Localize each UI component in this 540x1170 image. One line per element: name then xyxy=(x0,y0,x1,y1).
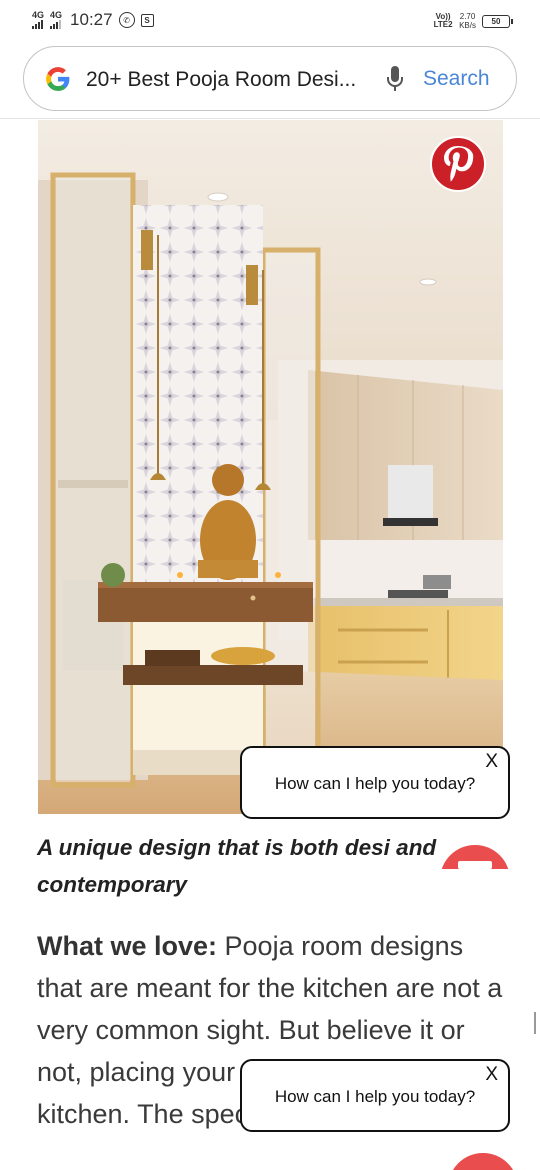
scrollbar[interactable] xyxy=(534,1012,536,1034)
signal-icon-sim1: 4G xyxy=(32,11,44,29)
search-query-text[interactable]: 20+ Best Pooja Room Desi... xyxy=(86,68,356,92)
google-g-icon xyxy=(46,67,70,91)
close-icon[interactable]: X xyxy=(485,1064,498,1086)
clock: 10:27 xyxy=(70,10,113,29)
network-speed: 2.70 KB/s xyxy=(459,12,476,30)
search-button[interactable]: Search xyxy=(423,67,490,91)
network-type-1: 4G xyxy=(32,10,45,20)
whatsapp-icon: ✆ xyxy=(118,12,135,28)
volte-indicator: Vo)) LTE2 xyxy=(433,12,453,29)
header-divider xyxy=(0,118,540,119)
battery-icon: 50 xyxy=(482,14,513,28)
chat-message[interactable]: How can I help you today? xyxy=(242,774,508,794)
floating-action-button[interactable] xyxy=(440,845,510,869)
pooja-room-image[interactable] xyxy=(38,120,503,814)
network-type-2: 4G xyxy=(50,10,63,20)
microphone-icon[interactable] xyxy=(386,65,404,93)
search-bar[interactable]: 20+ Best Pooja Room Desi... Search xyxy=(23,46,517,111)
floating-action-button-2[interactable] xyxy=(448,1153,518,1170)
kitchen-pooja-illustration xyxy=(38,120,503,814)
signal-icon-sim2: 4G xyxy=(50,11,62,29)
body-label: What we love: xyxy=(37,931,218,961)
close-icon[interactable]: X xyxy=(485,751,498,773)
status-bar: 4G 4G 10:27 ✆ S Vo)) LTE2 2.70 KB/s 50 xyxy=(0,0,540,42)
chat-popup-2[interactable]: X How can I help you today? xyxy=(240,1059,510,1132)
chat-popup[interactable]: X How can I help you today? xyxy=(240,746,510,819)
notification-s-icon: S xyxy=(140,13,154,27)
pinterest-icon xyxy=(444,146,474,182)
pinterest-button[interactable] xyxy=(430,136,486,192)
chat-message[interactable]: How can I help you today? xyxy=(242,1087,508,1107)
image-caption: A unique design that is both desi and co… xyxy=(37,835,437,897)
